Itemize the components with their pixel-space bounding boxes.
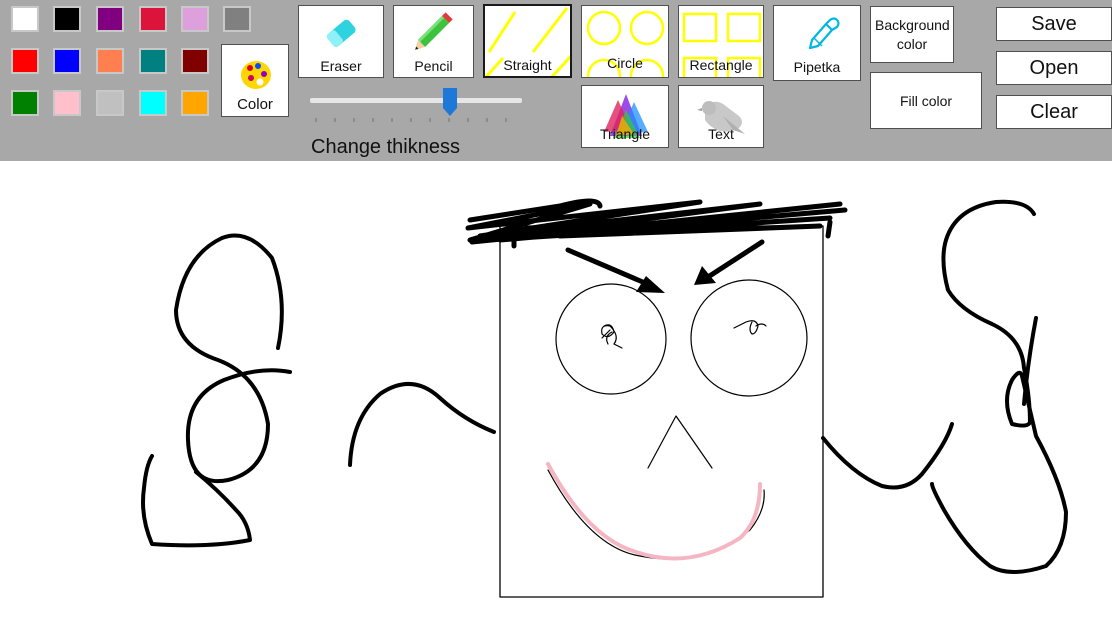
- open-label: Open: [1029, 56, 1079, 79]
- color-swatch-3[interactable]: [96, 6, 124, 32]
- left-pupil: [601, 324, 623, 349]
- color-swatch-4[interactable]: [139, 6, 167, 32]
- nose: [647, 415, 713, 469]
- drawing-canvas[interactable]: [0, 161, 1112, 620]
- palette-icon: [241, 61, 271, 89]
- open-button[interactable]: Open: [996, 51, 1112, 85]
- color-swatch-16[interactable]: [181, 90, 209, 116]
- pencil-tool-button[interactable]: Pencil: [393, 5, 474, 78]
- hair-scribble: [465, 198, 848, 249]
- pencil-icon: [415, 12, 453, 50]
- triangle-label: Triangle: [599, 126, 651, 142]
- color-swatch-9[interactable]: [96, 48, 124, 74]
- mouth-pink: [546, 462, 762, 561]
- color-button-label: Color: [237, 96, 273, 113]
- save-label: Save: [1031, 12, 1077, 35]
- color-swatch-12[interactable]: [11, 90, 39, 116]
- color-swatch-1[interactable]: [11, 6, 39, 32]
- background-color-button[interactable]: Background color: [870, 6, 954, 63]
- eraser-icon: [326, 19, 356, 48]
- thickness-label: Change thikness: [311, 136, 460, 158]
- slider-thumb[interactable]: [443, 88, 457, 116]
- eraser-label: Eraser: [320, 58, 362, 74]
- color-swatch-11[interactable]: [181, 48, 209, 74]
- left-hand-squiggle: [141, 233, 292, 548]
- color-swatch-15[interactable]: [139, 90, 167, 116]
- eyebrow-arrows: [565, 239, 765, 286]
- clear-button[interactable]: Clear: [996, 95, 1112, 129]
- background-color-label: Background color: [875, 16, 950, 52]
- circle-label: Circle: [607, 55, 643, 71]
- rectangle-tool-button[interactable]: Rectangle: [678, 5, 764, 78]
- fill-color-button[interactable]: Fill color: [870, 72, 982, 129]
- triangle-tool-button[interactable]: Triangle: [581, 85, 669, 148]
- clear-label: Clear: [1030, 100, 1078, 123]
- right-hand-squiggle: [930, 199, 1068, 574]
- color-picker-button[interactable]: Color: [221, 44, 289, 117]
- color-swatch-6[interactable]: [223, 6, 251, 32]
- circle-tool-button[interactable]: Circle: [581, 5, 669, 78]
- eraser-tool-button[interactable]: Eraser: [298, 5, 384, 78]
- color-swatch-5[interactable]: [181, 6, 209, 32]
- save-button[interactable]: Save: [996, 7, 1112, 41]
- color-swatch-8[interactable]: [53, 48, 81, 74]
- eyedropper-icon: [808, 17, 840, 50]
- straight-label: Straight: [503, 57, 552, 73]
- head-rectangle: [499, 225, 824, 598]
- fill-color-label: Fill color: [899, 92, 953, 109]
- color-swatch-2[interactable]: [53, 6, 81, 32]
- color-swatch-14[interactable]: [96, 90, 124, 116]
- right-pupil: [733, 320, 767, 335]
- toolbar: Color Eraser Pencil Straight Circle Rect…: [0, 0, 1112, 161]
- color-swatch-13[interactable]: [53, 90, 81, 116]
- slider-ticks: [315, 118, 507, 122]
- pipetka-label: Pipetka: [793, 59, 841, 75]
- color-swatch-7[interactable]: [11, 48, 39, 74]
- pencil-label: Pencil: [414, 58, 453, 74]
- right-eye: [690, 279, 808, 397]
- thickness-slider[interactable]: [306, 84, 526, 128]
- right-arm: [821, 422, 954, 490]
- text-label: Text: [708, 126, 734, 142]
- left-eye: [555, 283, 667, 395]
- rectangle-label: Rectangle: [689, 57, 753, 73]
- color-swatch-10[interactable]: [139, 48, 167, 74]
- pipetka-tool-button[interactable]: Pipetka: [773, 5, 861, 81]
- text-tool-button[interactable]: Text: [678, 85, 764, 148]
- straight-line-tool-button[interactable]: Straight: [483, 4, 572, 78]
- left-arm: [348, 381, 496, 467]
